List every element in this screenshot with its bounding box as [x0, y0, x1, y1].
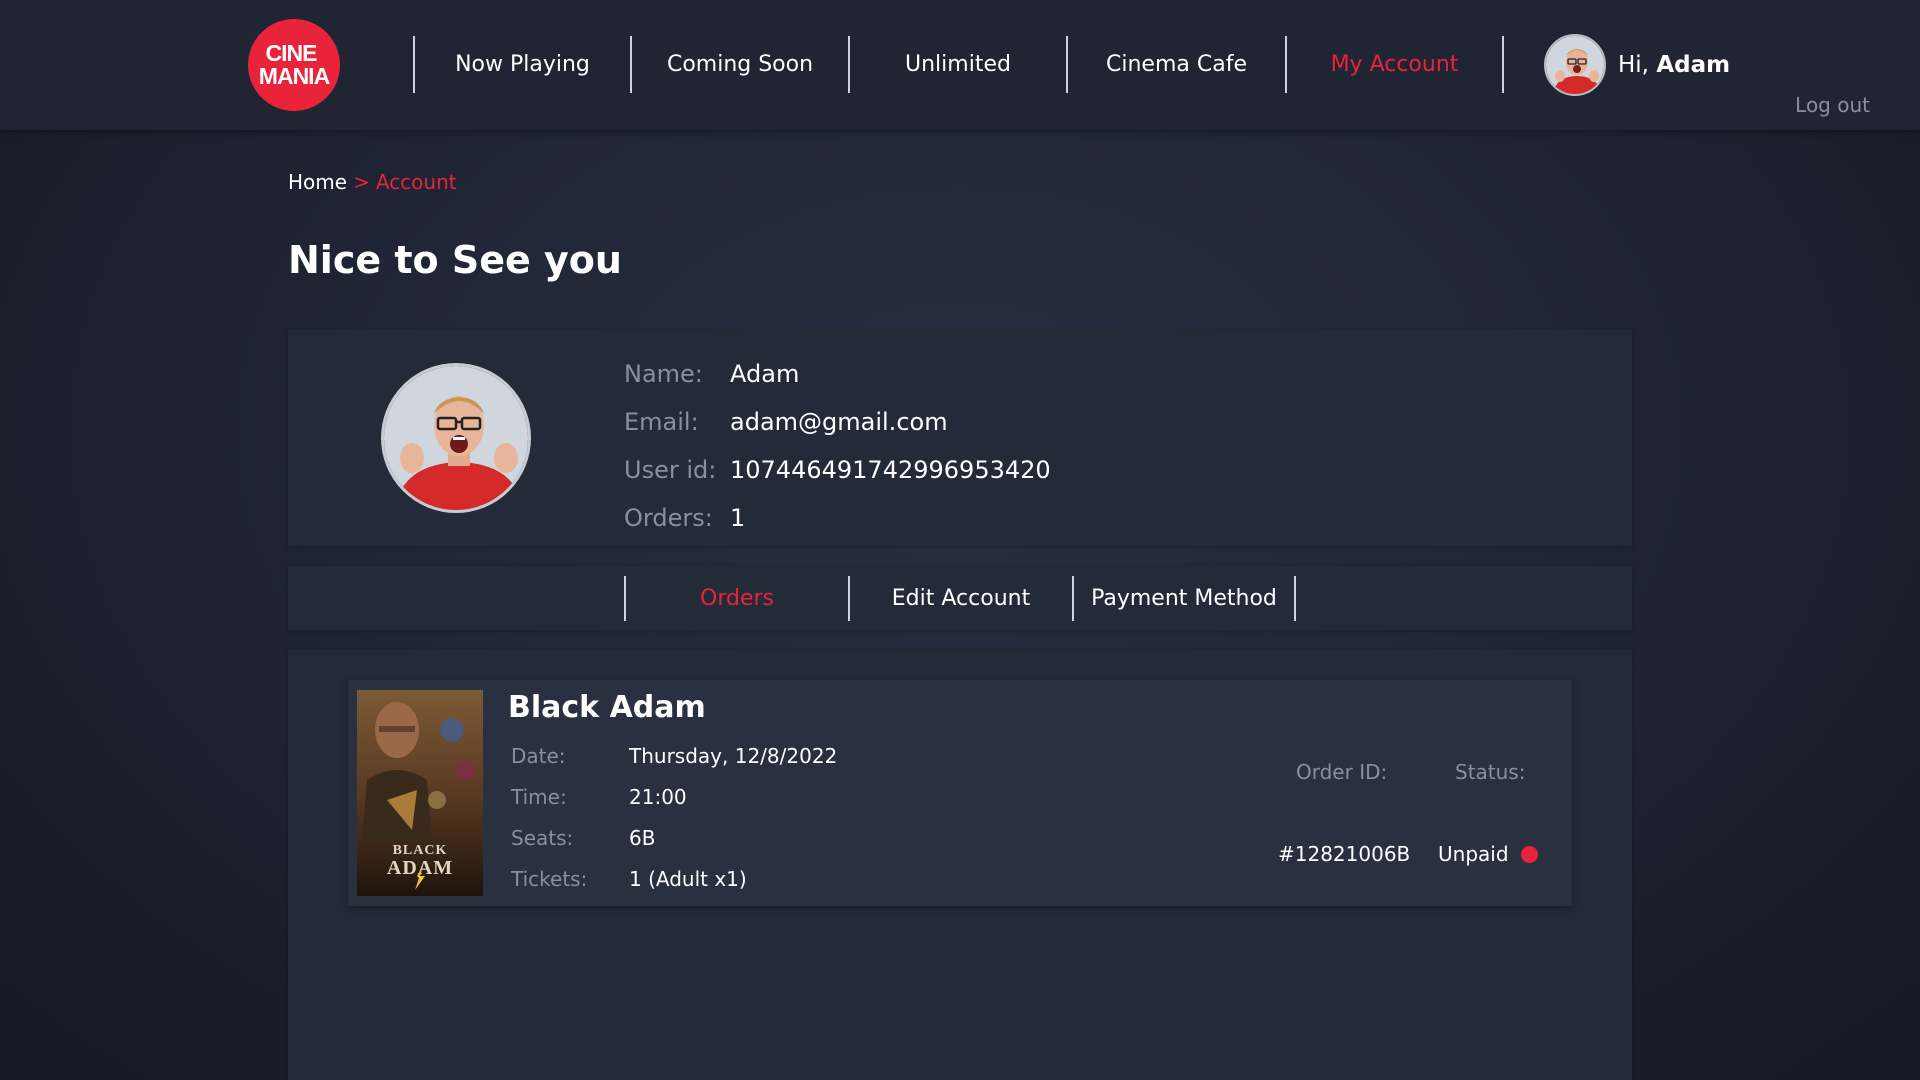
logo-text-line2: MANIA	[258, 63, 330, 89]
profile-label: Name:	[624, 360, 703, 388]
profile-label: Orders:	[624, 504, 713, 532]
detail-label: Time:	[511, 784, 567, 809]
order-id-value: #12821006B	[1278, 842, 1411, 866]
profile-label: Email:	[624, 408, 699, 436]
nav-user[interactable]: Hi, Adam	[1502, 33, 1730, 96]
status-label: Status:	[1455, 760, 1526, 784]
greeting-text: Hi,	[1618, 51, 1649, 78]
profile-row-orders: Orders: 1	[624, 494, 1051, 542]
breadcrumb-home[interactable]: Home	[288, 170, 347, 194]
detail-value: 1 (Adult x1)	[629, 866, 747, 891]
svg-text:BLACK: BLACK	[393, 843, 448, 858]
detail-value: 21:00	[629, 784, 687, 809]
top-header: CINE MANIA Now Playing Coming Soon Unlim…	[0, 0, 1920, 130]
order-status: Unpaid	[1438, 842, 1538, 866]
user-greeting: Hi, Adam	[1618, 52, 1730, 78]
movie-poster[interactable]: BLACK ADAM	[357, 690, 483, 896]
order-id-label: Order ID:	[1296, 760, 1388, 784]
profile-info: Name: Adam Email: adam@gmail.com User id…	[624, 350, 1051, 542]
status-dot-icon	[1520, 845, 1538, 863]
profile-value: Adam	[730, 360, 800, 388]
nav-my-account[interactable]: My Account	[1285, 36, 1502, 93]
logout-link[interactable]: Log out	[1795, 93, 1870, 117]
profile-row-user-id: User id: 107446491742996953420	[624, 446, 1051, 494]
profile-avatar	[381, 363, 531, 513]
profile-row-email: Email: adam@gmail.com	[624, 398, 1051, 446]
account-tabs: Orders Edit Account Payment Method	[288, 566, 1632, 630]
order-card[interactable]: BLACK ADAM Black Adam Date: Thursday, 12…	[348, 680, 1572, 906]
detail-label: Tickets:	[511, 866, 588, 891]
order-detail-date: Date: Thursday, 12/8/2022	[511, 735, 837, 776]
page-title: Nice to See you	[288, 238, 622, 282]
detail-value: 6B	[629, 825, 656, 850]
movie-title[interactable]: Black Adam	[508, 690, 706, 725]
profile-value: adam@gmail.com	[730, 408, 948, 436]
breadcrumb: Home > Account	[288, 170, 457, 194]
nav-now-playing[interactable]: Now Playing	[413, 36, 630, 93]
tab-orders[interactable]: Orders	[624, 576, 848, 621]
breadcrumb-separator: >	[353, 170, 370, 194]
tab-payment-method[interactable]: Payment Method	[1072, 576, 1296, 621]
orders-panel: BLACK ADAM Black Adam Date: Thursday, 12…	[288, 650, 1632, 1080]
cinemania-logo[interactable]: CINE MANIA	[248, 19, 340, 111]
profile-row-name: Name: Adam	[624, 350, 1051, 398]
greeting-username: Adam	[1656, 51, 1731, 78]
nav-cinema-cafe[interactable]: Cinema Cafe	[1066, 36, 1285, 93]
profile-value: 1	[730, 504, 746, 532]
profile-label: User id:	[624, 456, 717, 484]
main-nav: Now Playing Coming Soon Unlimited Cinema…	[413, 33, 1730, 96]
tab-edit-account[interactable]: Edit Account	[848, 576, 1072, 621]
tab-bar: Orders Edit Account Payment Method	[624, 576, 1296, 621]
order-detail-tickets: Tickets: 1 (Adult x1)	[511, 858, 837, 899]
order-details: Date: Thursday, 12/8/2022 Time: 21:00 Se…	[511, 735, 837, 899]
user-avatar-small[interactable]	[1544, 33, 1606, 96]
detail-value: Thursday, 12/8/2022	[629, 743, 838, 768]
detail-label: Date:	[511, 743, 566, 768]
detail-label: Seats:	[511, 825, 574, 850]
status-text: Unpaid	[1438, 842, 1509, 866]
nav-coming-soon[interactable]: Coming Soon	[630, 36, 848, 93]
order-detail-seats: Seats: 6B	[511, 817, 837, 858]
breadcrumb-current: Account	[375, 170, 457, 194]
nav-unlimited[interactable]: Unlimited	[848, 36, 1066, 93]
order-detail-time: Time: 21:00	[511, 776, 837, 817]
logo-text-line1: CINE	[265, 40, 318, 66]
profile-card: Name: Adam Email: adam@gmail.com User id…	[288, 330, 1632, 546]
profile-value: 107446491742996953420	[730, 456, 1051, 484]
